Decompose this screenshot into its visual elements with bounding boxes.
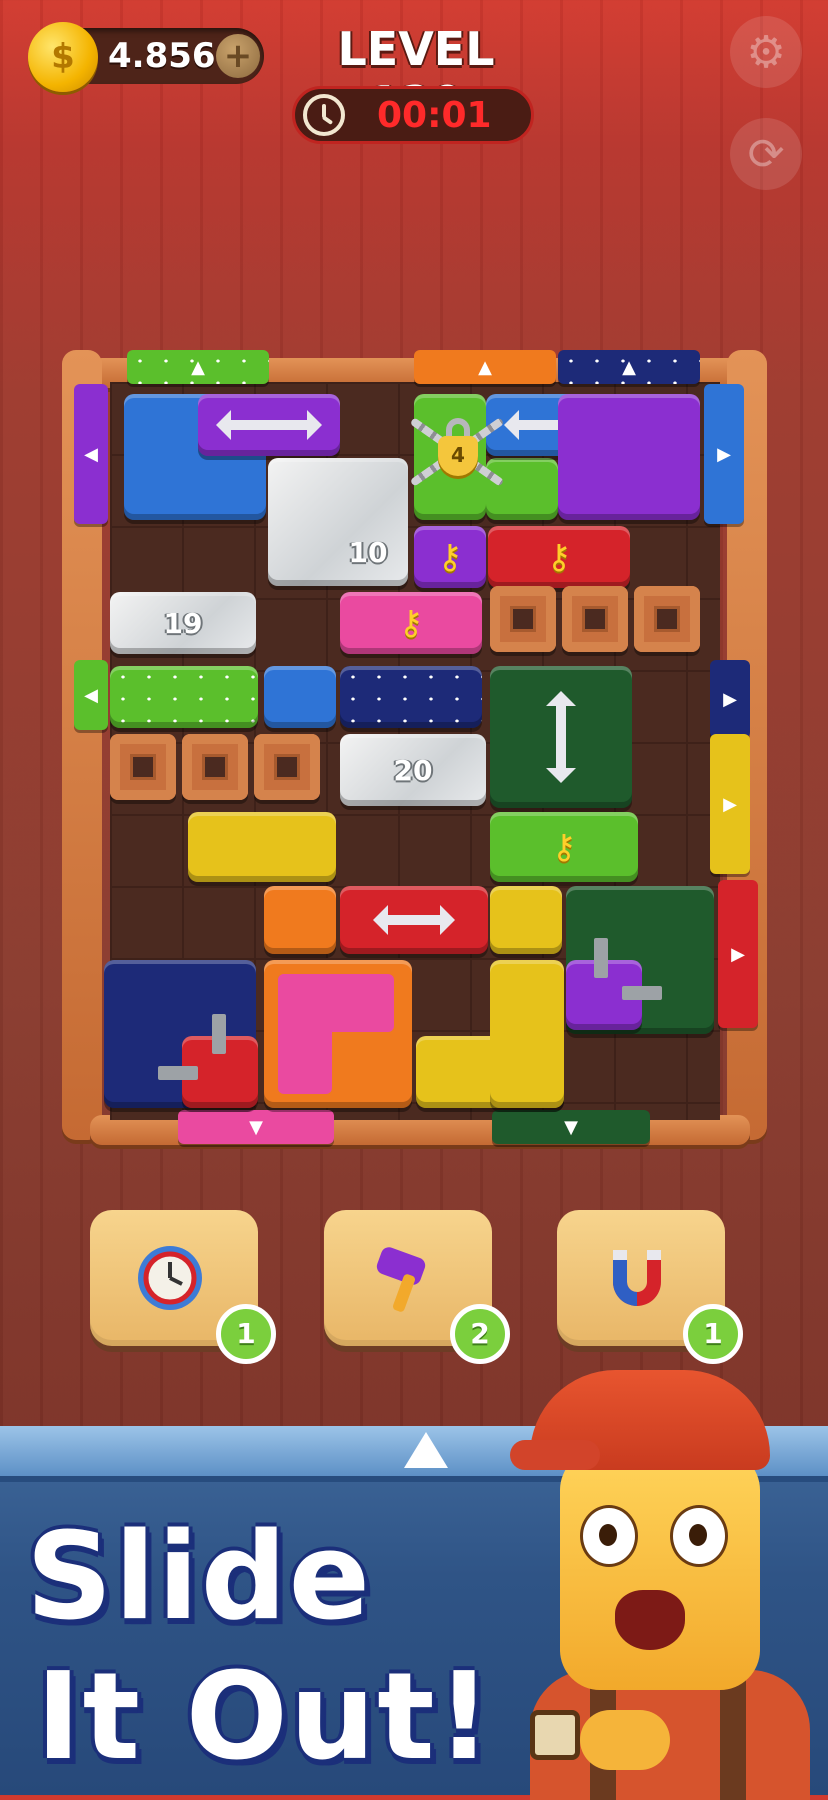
block-counter: 10	[348, 535, 388, 569]
block-marble-t[interactable]: 10	[268, 458, 408, 586]
block-darkgreen-v[interactable]	[490, 666, 632, 808]
lock-counter: 4	[438, 436, 478, 476]
crate-obstacle	[562, 586, 628, 652]
vertical-arrow-icon	[546, 691, 576, 783]
block-pink-key[interactable]: ⚷	[340, 592, 482, 654]
add-coins-button[interactable]: +	[216, 34, 260, 78]
exit-right-navy: ▶	[710, 660, 750, 738]
puzzle-board: ▲ ▲ ▲ ◀ ◀ ▶ ▶ ▶ ▶ ▼ ▼ 10 ⚷ ⚷ 4 19 ⚷ 20 ⚷	[62, 350, 767, 1150]
crate-obstacle	[110, 734, 176, 800]
exit-bottom-pink: ▼	[178, 1110, 334, 1144]
time-freeze-icon	[138, 1246, 202, 1310]
bolt-icon	[158, 1066, 198, 1080]
hammer-icon	[376, 1247, 426, 1312]
block-green-stars[interactable]	[110, 666, 258, 728]
horizontal-arrow-icon	[216, 410, 322, 440]
block-navy-stars[interactable]	[340, 666, 482, 728]
block-counter: 20	[393, 753, 433, 787]
key-icon: ⚷	[546, 537, 572, 577]
coin-counter: $ 4.856 +	[28, 22, 264, 92]
lock-icon: 4	[430, 418, 486, 478]
crate-obstacle	[182, 734, 248, 800]
exit-top-green: ▲	[127, 350, 269, 384]
exit-right-yellow: ▶	[710, 734, 750, 874]
crate-obstacle	[254, 734, 320, 800]
slogan-line-1: Slide	[26, 1508, 372, 1647]
exit-top-orange: ▲	[414, 350, 556, 384]
block-yellow-small[interactable]	[490, 886, 562, 954]
block-orange-l[interactable]	[264, 960, 412, 1108]
block-purple-h[interactable]	[198, 394, 340, 456]
mascot-character	[510, 1370, 820, 1800]
up-arrow-icon	[404, 1432, 448, 1468]
key-icon: ⚷	[437, 537, 463, 577]
bolt-icon	[622, 986, 662, 1000]
clock-icon	[303, 94, 345, 136]
powerup-hammer[interactable]: 2	[324, 1210, 510, 1364]
block-marble-19[interactable]: 19	[110, 592, 256, 654]
block-blue-small[interactable]	[264, 666, 336, 728]
crate-obstacle	[490, 586, 556, 652]
powerup-magnet[interactable]: 1	[557, 1210, 743, 1364]
block-orange-small[interactable]	[264, 886, 336, 954]
mascot-hand	[580, 1710, 670, 1770]
gear-icon: ⚙	[746, 26, 786, 78]
timer: 00:01	[292, 86, 534, 144]
exit-left-purple: ◀	[74, 384, 108, 524]
bolt-icon	[212, 1014, 226, 1054]
key-icon: ⚷	[398, 603, 424, 643]
coin-balance: 4.856	[108, 36, 216, 76]
exit-right-red: ▶	[718, 880, 758, 1028]
mascot-face	[560, 1450, 760, 1690]
block-yellow-h[interactable]	[188, 812, 336, 882]
watch-icon	[530, 1710, 580, 1760]
slogan-line-2: It Out!	[36, 1648, 494, 1787]
block-purple-key[interactable]: ⚷	[414, 526, 486, 588]
mascot-eye	[670, 1505, 728, 1567]
key-icon: ⚷	[551, 827, 577, 867]
block-purple-l[interactable]	[558, 394, 700, 520]
block-green-foot[interactable]	[486, 458, 558, 520]
powerup-time-freeze[interactable]: 1	[90, 1210, 276, 1364]
exit-left-green: ◀	[74, 660, 108, 730]
coin-icon: $	[28, 22, 98, 92]
mascot-eye	[580, 1505, 638, 1567]
coin-symbol: $	[51, 37, 75, 77]
powerup-count: 1	[683, 1304, 743, 1364]
crate-obstacle	[634, 586, 700, 652]
horizontal-arrow-icon	[373, 905, 455, 935]
block-yellow-l-stem[interactable]	[490, 960, 564, 1108]
exit-top-navy: ▲	[558, 350, 700, 384]
exit-bottom-darkgreen: ▼	[492, 1110, 650, 1144]
block-counter: 19	[163, 606, 203, 640]
restart-icon: ⟳	[747, 128, 785, 180]
mascot-mouth	[615, 1590, 685, 1650]
mascot-cap-brim	[510, 1440, 600, 1470]
magnet-icon	[613, 1250, 661, 1306]
bolt-icon	[594, 938, 608, 978]
block-green-key[interactable]: ⚷	[490, 812, 638, 882]
block-marble-20[interactable]: 20	[340, 734, 486, 806]
restart-button[interactable]: ⟳	[730, 118, 802, 190]
settings-button[interactable]: ⚙	[730, 16, 802, 88]
timer-value: 00:01	[377, 95, 492, 136]
powerup-count: 2	[450, 1304, 510, 1364]
exit-right-blue: ▶	[704, 384, 744, 524]
pink-inset	[278, 974, 332, 1094]
block-red-h[interactable]	[340, 886, 488, 954]
block-red-key[interactable]: ⚷	[488, 526, 630, 588]
powerup-count: 1	[216, 1304, 276, 1364]
